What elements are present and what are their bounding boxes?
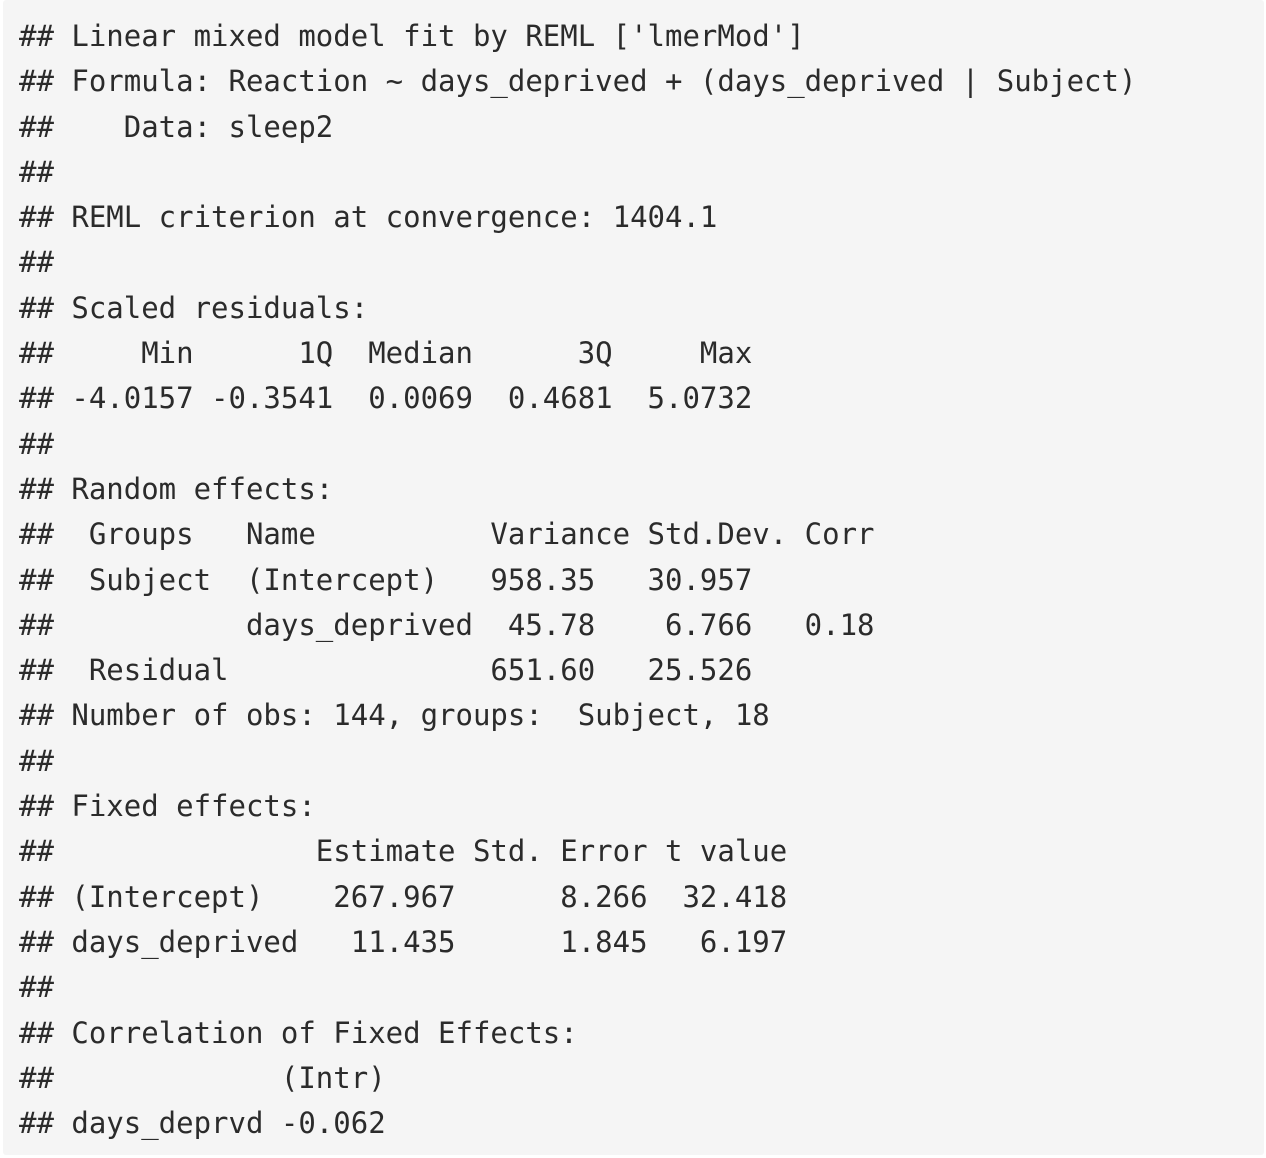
output-line-random-effects-heading: ## Random effects: bbox=[19, 471, 334, 506]
output-line-fixed-effects-heading: ## Fixed effects: bbox=[19, 789, 316, 824]
output-line-fixed-effects-header: ## Estimate Std. Error t value bbox=[19, 834, 788, 869]
output-line-fixed-intercept: ## (Intercept) 267.967 8.266 32.418 bbox=[19, 879, 788, 914]
console-output: ## Linear mixed model fit by REML ['lmer… bbox=[19, 14, 1264, 1146]
output-line-residuals-header: ## Min 1Q Median 3Q Max bbox=[19, 336, 770, 371]
output-line-correlation-value: ## days_deprvd -0.062 bbox=[19, 1106, 386, 1141]
output-line-blank: ## bbox=[19, 970, 54, 1005]
output-line-random-slope: ## days_deprived 45.78 6.766 0.18 bbox=[19, 607, 875, 642]
output-line-blank: ## bbox=[19, 426, 54, 461]
output-line-residuals-values: ## -4.0157 -0.3541 0.0069 0.4681 5.0732 bbox=[19, 381, 770, 416]
output-line-residual: ## Residual 651.60 25.526 bbox=[19, 653, 875, 688]
output-line-random-intercept: ## Subject (Intercept) 958.35 30.957 bbox=[19, 562, 875, 597]
output-line-blank: ## bbox=[19, 743, 54, 778]
output-line-correlation-heading: ## Correlation of Fixed Effects: bbox=[19, 1015, 578, 1050]
output-line-random-effects-header: ## Groups Name Variance Std.Dev. Corr bbox=[19, 517, 875, 552]
output-line-model-title: ## Linear mixed model fit by REML ['lmer… bbox=[19, 19, 805, 53]
output-line-blank: ## bbox=[19, 245, 54, 280]
output-line-correlation-header: ## (Intr) bbox=[19, 1060, 386, 1095]
output-line-formula: ## Formula: Reaction ~ days_deprived + (… bbox=[19, 64, 1137, 99]
output-line-fixed-slope: ## days_deprived 11.435 1.845 6.197 bbox=[19, 924, 788, 959]
output-line-reml-criterion: ## REML criterion at convergence: 1404.1 bbox=[19, 200, 718, 235]
output-line-scaled-residuals-heading: ## Scaled residuals: bbox=[19, 290, 386, 325]
code-output-block: ## Linear mixed model fit by REML ['lmer… bbox=[3, 0, 1264, 1155]
output-line-blank: ## bbox=[19, 154, 54, 189]
output-line-number-of-obs: ## Number of obs: 144, groups: Subject, … bbox=[19, 698, 770, 733]
output-line-data: ## Data: sleep2 bbox=[19, 109, 334, 144]
